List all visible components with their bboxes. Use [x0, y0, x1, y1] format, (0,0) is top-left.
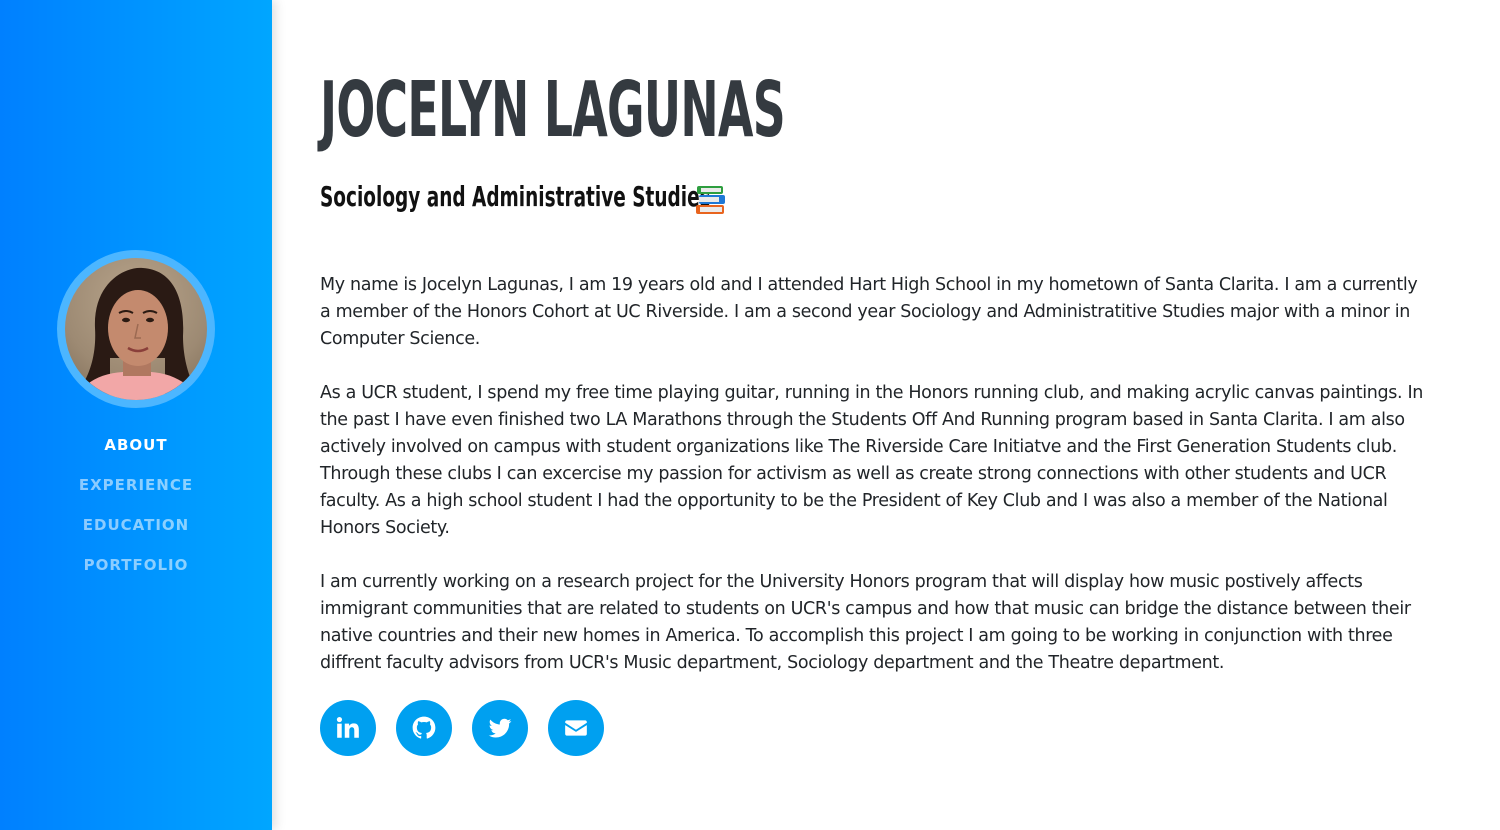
- twitter-icon: [488, 718, 512, 738]
- page-title: JOCELYN LAGUNAS: [320, 66, 786, 155]
- nav-item-portfolio[interactable]: PORTFOLIO: [0, 552, 272, 592]
- envelope-icon: [565, 720, 587, 736]
- email-button[interactable]: [548, 700, 604, 756]
- sidebar-nav: ABOUT EXPERIENCE EDUCATION PORTFOLIO: [0, 432, 272, 592]
- nav-item-about[interactable]: ABOUT: [0, 432, 272, 472]
- bio-paragraph: I am currently working on a research pro…: [320, 572, 1411, 673]
- nav-item-education[interactable]: EDUCATION: [0, 512, 272, 552]
- linkedin-button[interactable]: [320, 700, 376, 756]
- bio: My name is Jocelyn Lagunas, I am 19 year…: [320, 272, 1430, 704]
- nav-item-experience[interactable]: EXPERIENCE: [0, 472, 272, 512]
- social-links: [320, 700, 604, 756]
- books-icon: [694, 183, 728, 217]
- github-button[interactable]: [396, 700, 452, 756]
- linkedin-icon: [336, 716, 359, 738]
- avatar-ring: [57, 250, 215, 408]
- sidebar: ABOUT EXPERIENCE EDUCATION PORTFOLIO: [0, 0, 272, 830]
- avatar-photo: [73, 267, 205, 400]
- bio-paragraph: My name is Jocelyn Lagunas, I am 19 year…: [320, 275, 1418, 349]
- github-icon: [412, 716, 436, 739]
- twitter-button[interactable]: [472, 700, 528, 756]
- subtitle: Sociology and Administrative Studies: [320, 180, 711, 213]
- avatar: [65, 258, 207, 400]
- bio-paragraph: As a UCR student, I spend my free time p…: [320, 383, 1424, 538]
